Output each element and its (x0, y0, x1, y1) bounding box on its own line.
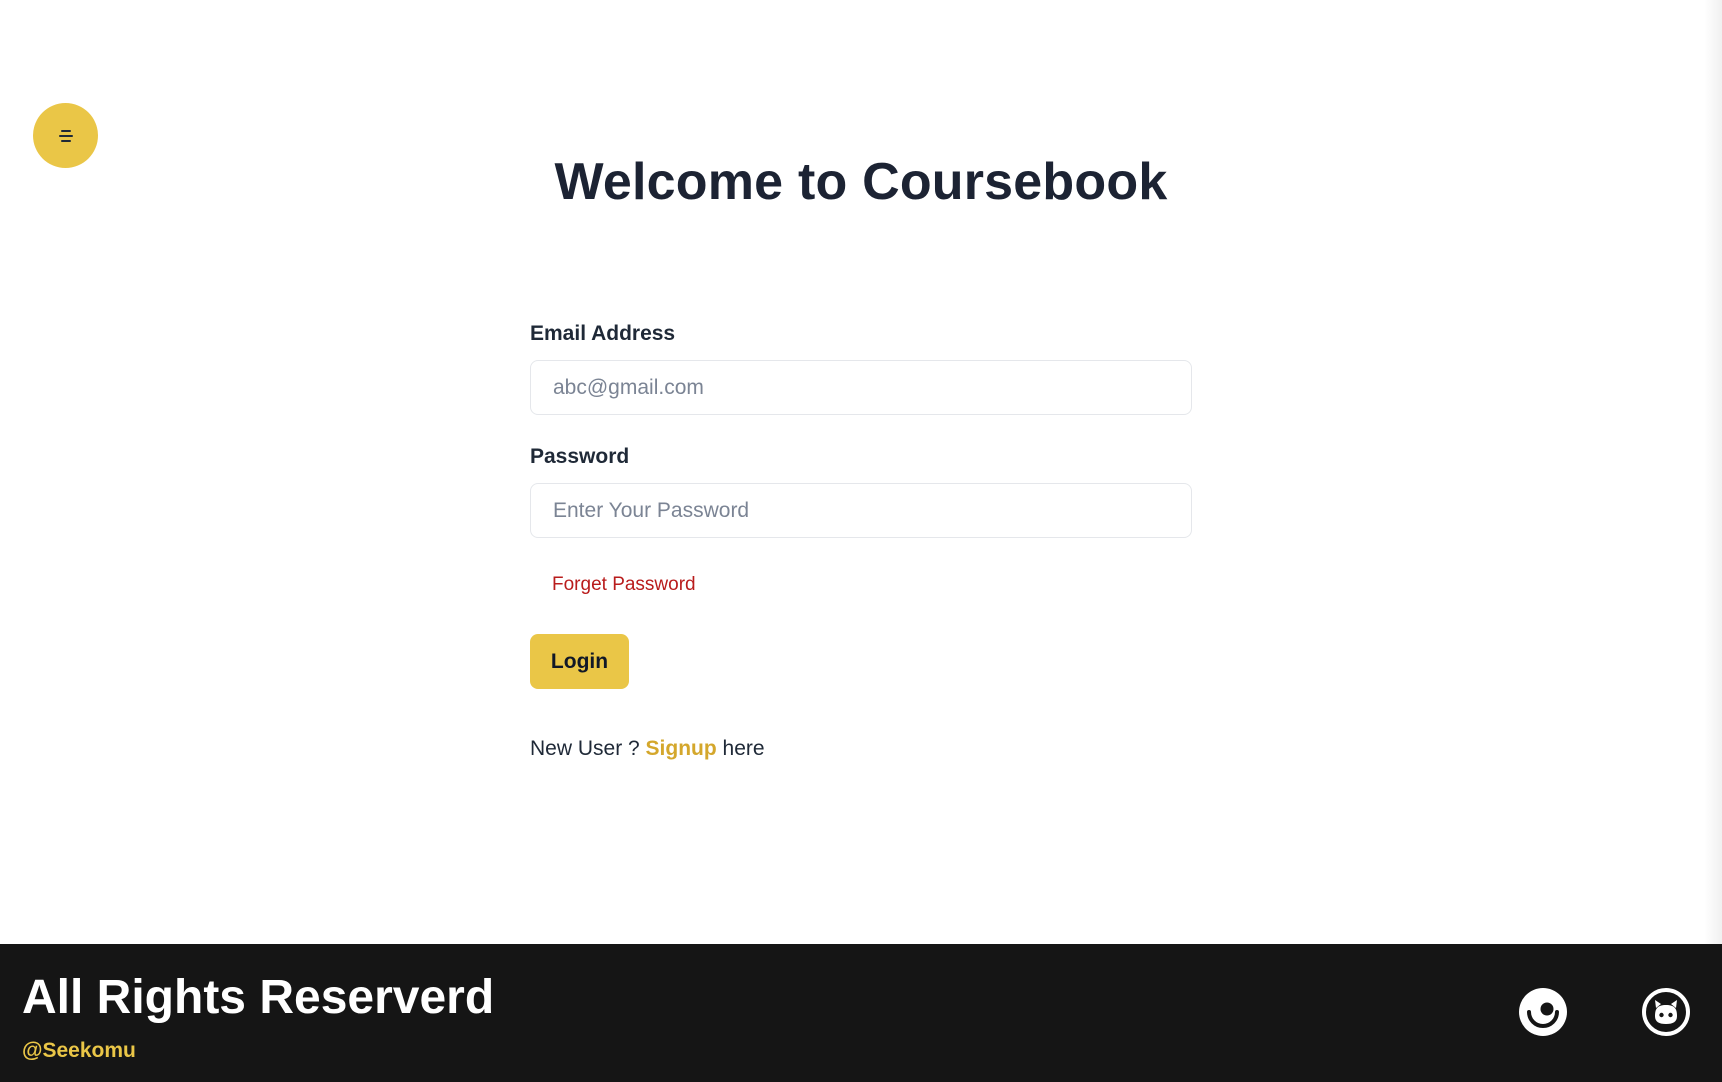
menu-icon (56, 126, 76, 146)
github-link[interactable] (1640, 986, 1692, 1038)
dribbble-icon (1517, 986, 1569, 1038)
login-button[interactable]: Login (530, 634, 629, 689)
dribbble-link[interactable] (1517, 986, 1569, 1038)
email-input[interactable] (530, 360, 1192, 415)
scrollbar-edge (1704, 0, 1722, 944)
page: Welcome to Coursebook Email Address Pass… (0, 0, 1722, 1082)
password-label: Password (530, 445, 630, 468)
password-input[interactable] (530, 483, 1192, 538)
email-label: Email Address (530, 322, 676, 345)
signup-link[interactable]: Signup (646, 737, 717, 760)
signup-suffix: here (722, 737, 765, 760)
forgot-password-link[interactable]: Forget Password (552, 574, 696, 596)
page-title: Welcome to Coursebook (554, 153, 1168, 211)
footer-copyright: All Rights Reserverd (22, 971, 495, 1024)
github-icon (1640, 986, 1692, 1038)
footer: All Rights Reserverd @Seekomu (0, 944, 1722, 1082)
signup-prefix: New User ? (530, 737, 640, 760)
footer-handle: @Seekomu (22, 1039, 136, 1062)
signup-prompt: New User ? Signup here (530, 737, 1192, 761)
login-form: Email Address Password Forget Password L… (530, 322, 1192, 761)
